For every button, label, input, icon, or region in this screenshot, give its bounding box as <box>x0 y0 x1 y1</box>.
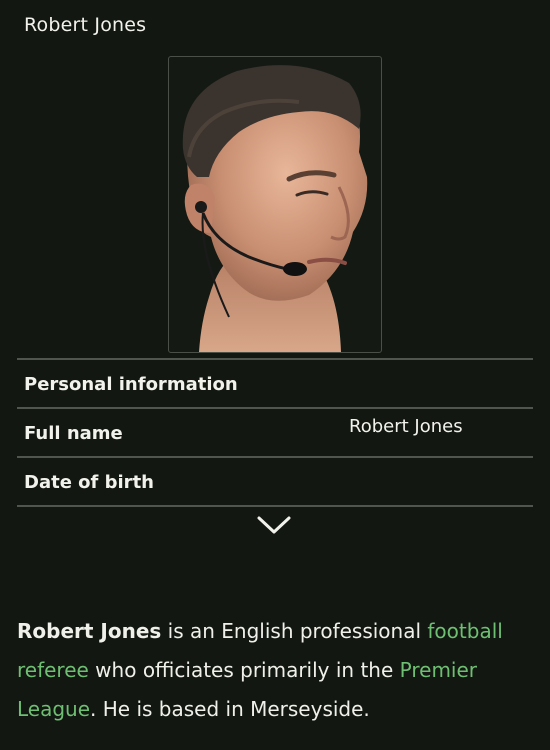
chevron-down-icon <box>257 516 291 534</box>
summary-text: is an English professional <box>161 619 428 643</box>
subject-name: Robert Jones <box>17 619 162 643</box>
divider <box>17 505 533 507</box>
section-header-personal-information: Personal information <box>24 374 238 395</box>
full-name-label: Full name <box>24 423 123 444</box>
article-page: Robert Jones Personal information Full n… <box>0 0 550 750</box>
article-summary: Robert Jones is an English professional … <box>17 612 533 729</box>
divider <box>17 407 533 409</box>
full-name-value: Robert Jones <box>349 416 463 437</box>
divider <box>17 358 533 360</box>
summary-text: who officiates primarily in the <box>88 658 400 682</box>
infobox-title: Robert Jones <box>24 14 147 36</box>
date-of-birth-label: Date of birth <box>24 472 154 493</box>
portrait-image <box>182 65 368 352</box>
expand-infobox-button[interactable] <box>254 512 294 538</box>
summary-text: . He is based in Merseyside. <box>90 697 370 721</box>
divider <box>17 456 533 458</box>
referee-photo[interactable] <box>168 56 382 353</box>
